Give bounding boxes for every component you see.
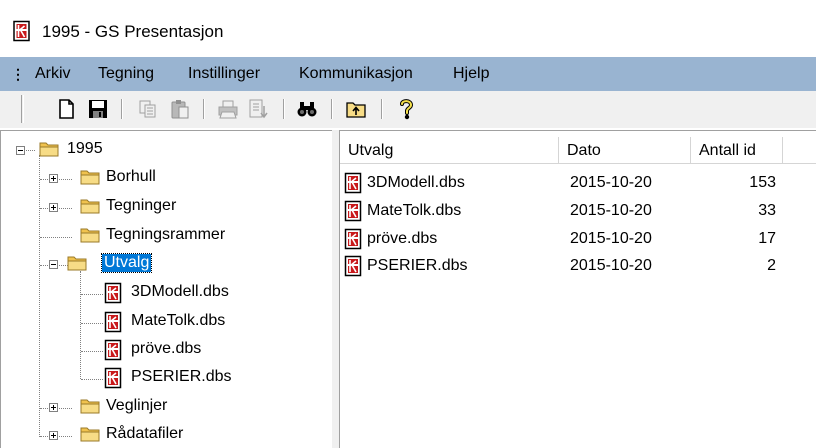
folder-tree[interactable]: 1995 Borhull Tegninger Tegningsrammer Ut… [0,130,332,448]
new-document-button[interactable] [55,98,77,120]
tree-node-label: 1995 [67,140,103,157]
tree-node-label: Tegningsrammer [106,226,226,243]
tree-guide-line [40,237,72,238]
folder-icon [39,142,59,157]
open-folder-icon [346,102,366,118]
save-icon [89,100,107,118]
menu-kommunikasjon[interactable]: Kommunikasjon [299,65,413,83]
help-icon [400,99,414,120]
save-button[interactable] [87,98,109,120]
copy-icon [139,100,156,118]
collapse-toggle[interactable] [49,260,58,269]
menu-tegning[interactable]: Tegning [98,65,154,83]
tree-guide-line [80,271,81,379]
file-list[interactable]: Utvalg Dato Antall id 3DModell.dbs 2015-… [339,130,816,448]
folder-icon [80,199,100,214]
menu-bar: ⋮ Arkiv Tegning Instillinger Kommunikasj… [0,57,816,91]
paste-button[interactable] [169,98,191,120]
row-count: 153 [749,174,776,191]
dbs-file-icon [104,282,122,304]
toolbar-separator [381,99,383,119]
export-icon [249,99,268,119]
tree-node-label: 3DModell.dbs [131,283,229,300]
table-row[interactable]: 3DModell.dbs 2015-10-20 153 [340,169,816,197]
print-icon [218,100,238,119]
expand-toggle[interactable] [49,431,58,440]
tree-node-label: MateTolk.dbs [131,312,226,329]
menu-grip-icon: ⋮ [11,66,25,82]
dbs-file-icon [344,228,362,250]
tree-guide-line [39,155,40,437]
tree-node-label: Rådatafiler [106,425,184,442]
row-count: 33 [758,202,776,219]
folder-icon [80,170,100,185]
menu-instillinger[interactable]: Instillinger [188,65,260,83]
tree-guide-line [81,379,103,380]
row-date: 2015-10-20 [570,202,652,219]
expand-toggle[interactable] [49,203,58,212]
tree-guide-line [81,351,103,352]
print-button[interactable] [217,98,239,120]
row-name: PSERIER.dbs [367,257,468,274]
copy-button[interactable] [137,98,159,120]
dbs-file-icon [344,200,362,222]
expand-toggle[interactable] [49,403,58,412]
column-header-antall-id[interactable]: Antall id [691,137,783,164]
dbs-file-icon [104,367,122,389]
column-header-filler [783,137,816,164]
row-count: 17 [758,230,776,247]
open-folder-button[interactable] [345,98,367,120]
row-date: 2015-10-20 [570,230,652,247]
column-header-utvalg[interactable]: Utvalg [340,137,559,164]
dbs-file-icon [104,339,122,361]
toolbar-separator [203,99,205,119]
paste-icon [171,100,189,119]
row-name: MateTolk.dbs [367,202,462,219]
folder-icon [80,427,100,442]
tree-node-label: pröve.dbs [131,340,202,357]
menu-arkiv[interactable]: Arkiv [35,65,71,83]
table-row[interactable]: PSERIER.dbs 2015-10-20 2 [340,252,816,280]
row-name: 3DModell.dbs [367,174,465,191]
collapse-toggle[interactable] [16,146,25,155]
tree-node-label: PSERIER.dbs [131,368,232,385]
toolbar-grip[interactable] [21,95,24,123]
row-date: 2015-10-20 [570,257,652,274]
pane-splitter[interactable] [332,130,339,448]
export-button[interactable] [247,98,269,120]
new-document-icon [59,99,74,119]
dbs-file-icon [344,255,362,277]
window-title: 1995 - GS Presentasjon [42,22,224,41]
toolbar [0,91,816,129]
tree-guide-line [81,323,103,324]
row-date: 2015-10-20 [570,174,652,191]
folder-icon [80,228,100,243]
find-button[interactable] [296,98,318,120]
tree-node-label: Borhull [106,168,156,185]
tree-node-label: Veglinjer [106,397,168,414]
table-row[interactable]: MateTolk.dbs 2015-10-20 33 [340,197,816,225]
expand-toggle[interactable] [49,174,58,183]
tree-node-label: Tegninger [106,197,177,214]
dbs-file-icon [104,311,122,333]
tree-guide-line [81,294,103,295]
app-icon [13,20,30,42]
toolbar-separator [331,99,333,119]
column-header-dato[interactable]: Dato [559,137,691,164]
toolbar-separator [283,99,285,119]
menu-hjelp[interactable]: Hjelp [453,65,489,83]
help-button[interactable] [395,98,417,120]
toolbar-separator [121,99,123,119]
folder-icon [80,399,100,414]
row-name: pröve.dbs [367,230,438,247]
tree-node-label-selected: Utvalg [100,253,153,273]
table-row[interactable]: pröve.dbs 2015-10-20 17 [340,225,816,253]
folder-open-icon [67,256,87,271]
row-count: 2 [767,257,776,274]
find-icon [297,102,317,117]
dbs-file-icon [344,172,362,194]
title-bar: 1995 - GS Presentasjon [0,0,816,56]
